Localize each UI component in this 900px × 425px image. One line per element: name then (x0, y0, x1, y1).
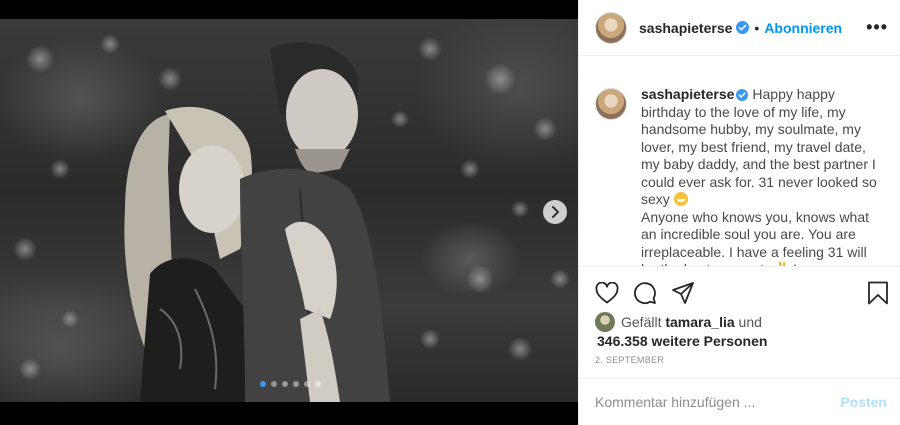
carousel-next-button[interactable] (543, 200, 567, 224)
likes-conj: und (738, 314, 762, 330)
photo-illustration (13, 34, 570, 402)
verified-badge-icon (736, 89, 749, 101)
post-side-panel: sashapieterse • Abonnieren ••• sashapiet… (578, 0, 900, 425)
carousel-dot (315, 381, 321, 387)
chevron-right-icon (552, 206, 559, 218)
likes-count-link[interactable]: 346.358 weitere Personen (597, 333, 895, 350)
more-options-icon[interactable]: ••• (866, 17, 888, 38)
author-username[interactable]: sashapieterse (639, 20, 732, 36)
header-separator: • (754, 19, 760, 36)
caption-scroll-area[interactable]: sashapieterse Happy happy birthday to the… (579, 56, 900, 266)
share-icon[interactable] (671, 281, 695, 305)
caption-username[interactable]: sashapieterse (641, 86, 734, 102)
carousel-dot (260, 381, 266, 387)
post-media (0, 0, 578, 425)
comment-icon[interactable] (633, 281, 657, 305)
post-header: sashapieterse • Abonnieren ••• (579, 0, 900, 56)
caption-avatar[interactable] (595, 88, 627, 120)
caption: sashapieterse Happy happy birthday to the… (595, 86, 889, 266)
caption-body-2: Anyone who knows you, knows what an incr… (641, 208, 870, 267)
carousel-dot (293, 381, 299, 387)
action-bar (579, 266, 900, 318)
liker-avatar[interactable] (595, 312, 615, 332)
follow-button[interactable]: Abonnieren (764, 20, 842, 36)
likes-summary: Gefällt tamara_lia und 346.358 weitere P… (595, 312, 895, 350)
post-comment-button[interactable]: Posten (840, 394, 887, 410)
avatar[interactable] (595, 11, 627, 44)
verified-badge-icon (736, 21, 750, 34)
carousel-dot (282, 381, 288, 387)
bookmark-icon[interactable] (867, 281, 889, 305)
carousel-indicator (260, 381, 321, 387)
grin-emoji-icon (673, 192, 688, 206)
post-date: 2. SEPTEMBER (595, 355, 665, 365)
likes-prefix: Gefällt (621, 314, 662, 330)
caption-text: sashapieterse Happy happy birthday to the… (641, 86, 877, 266)
liker-username[interactable]: tamara_lia (665, 314, 734, 330)
comment-input[interactable] (595, 394, 841, 410)
heart-icon[interactable] (595, 281, 619, 304)
comment-bar: Posten (579, 378, 900, 425)
post-photo (0, 19, 578, 402)
carousel-dot (304, 381, 310, 387)
carousel-dot (271, 381, 277, 387)
caption-body: Happy happy birthday to the love of my l… (641, 86, 881, 207)
